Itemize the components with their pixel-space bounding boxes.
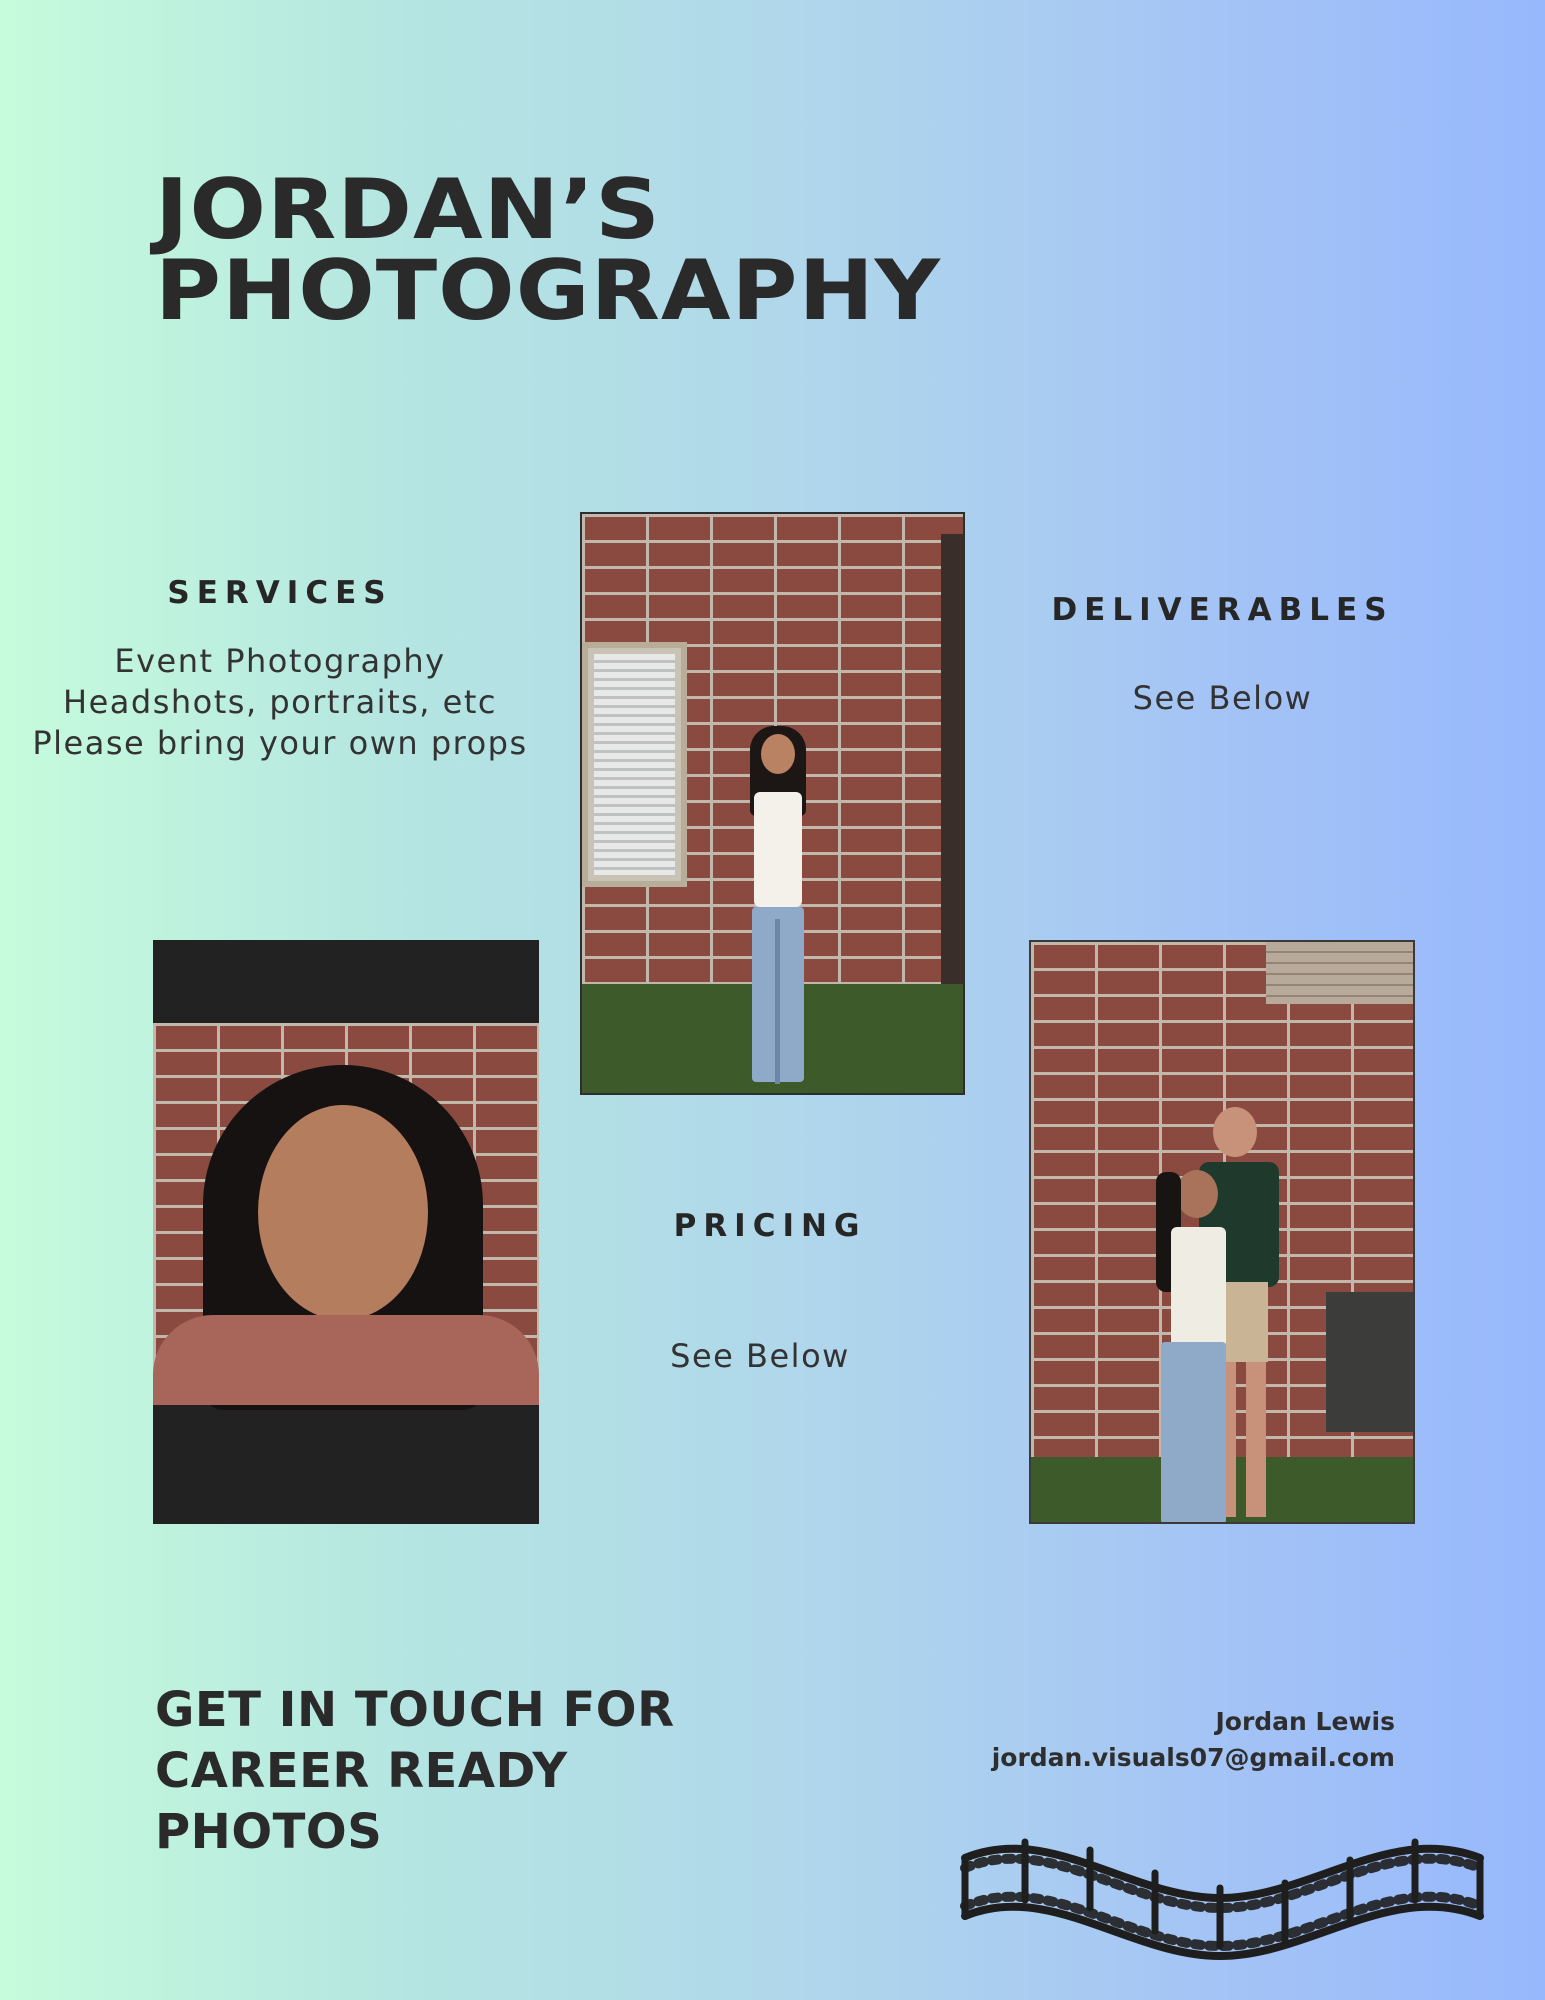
contact-name: Jordan Lewis (1215, 1707, 1395, 1736)
services-list: Event Photography Headshots, portraits, … (0, 641, 560, 764)
cta-line-3: PHOTOS (155, 1804, 383, 1860)
photo-couple (1029, 940, 1415, 1524)
cta-heading: GET IN TOUCH FOR CAREER READY PHOTOS (155, 1680, 675, 1863)
cta-line-1: GET IN TOUCH FOR (155, 1682, 675, 1738)
services-section: SERVICES Event Photography Headshots, po… (0, 575, 560, 764)
contact-block: Jordan Lewis jordan.visuals07@gmail.com (992, 1704, 1395, 1776)
page-title: JORDAN’S PHOTOGRAPHY (155, 169, 941, 333)
pricing-text: See Below (670, 1337, 850, 1375)
pricing-heading: PRICING (673, 1208, 867, 1244)
deliverables-section: DELIVERABLES See Below (990, 592, 1455, 719)
photo-headshot (153, 940, 539, 1524)
services-item: Please bring your own props (32, 724, 528, 762)
deliverables-text: See Below (1132, 679, 1313, 717)
photo-full-body (580, 512, 965, 1095)
services-item: Headshots, portraits, etc (63, 683, 497, 721)
deliverables-heading: DELIVERABLES (1051, 592, 1394, 628)
pricing-section: PRICING See Below (640, 1208, 900, 1377)
contact-email[interactable]: jordan.visuals07@gmail.com (992, 1740, 1395, 1776)
services-heading: SERVICES (167, 575, 393, 611)
services-item: Event Photography (114, 642, 446, 680)
cta-line-2: CAREER READY (155, 1743, 568, 1799)
film-strip-icon (960, 1838, 1485, 1961)
title-line-2: PHOTOGRAPHY (155, 242, 941, 340)
